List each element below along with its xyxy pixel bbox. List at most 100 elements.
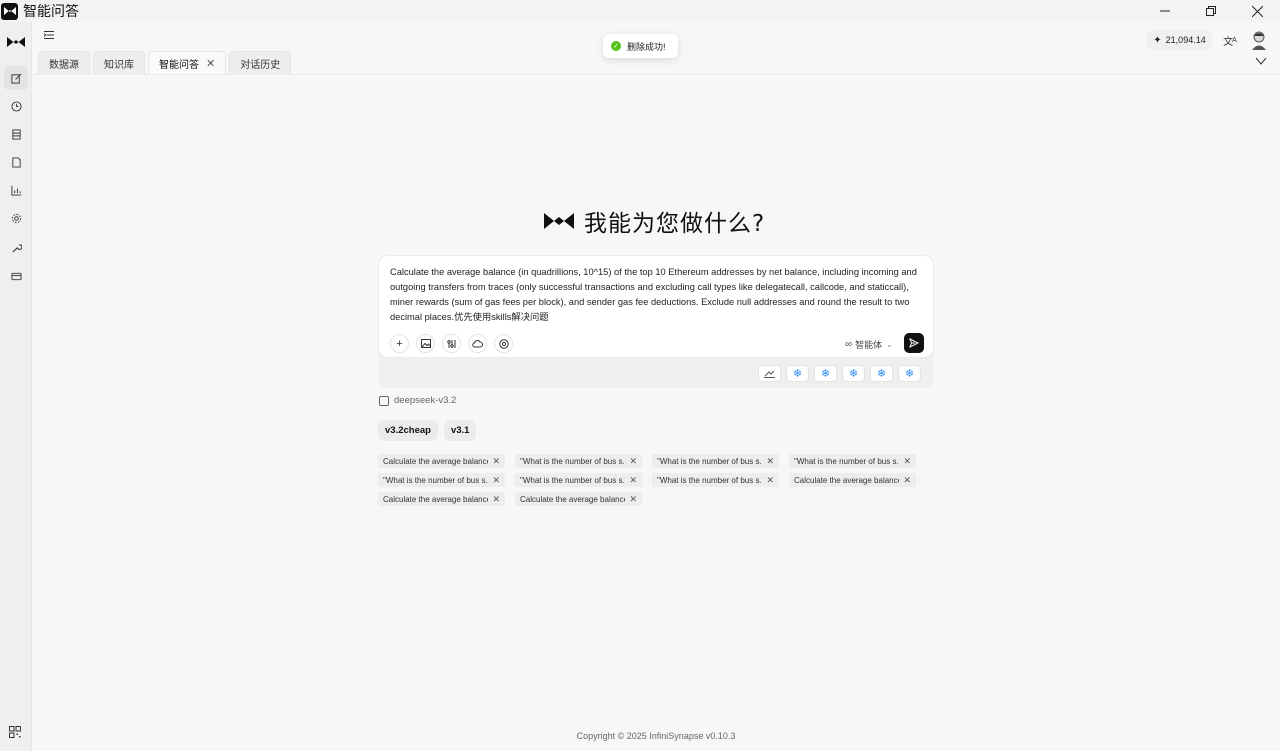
model-name: deepseek-v3.2 xyxy=(394,395,457,406)
chart-icon xyxy=(10,185,21,196)
send-button[interactable] xyxy=(904,333,924,353)
document-icon xyxy=(11,156,21,168)
close-icon[interactable]: ✕ xyxy=(903,456,911,467)
close-icon[interactable]: ✕ xyxy=(629,494,637,505)
credits-value: 21,094.14 xyxy=(1165,35,1206,45)
tab-chat-history[interactable]: 对话历史 xyxy=(229,51,292,74)
cloud-upload-button[interactable] xyxy=(468,334,487,353)
recent-question-tag[interactable]: Calculate the average balance... ✕ xyxy=(515,492,642,506)
sidebar-item-chart[interactable] xyxy=(4,178,28,202)
snowflake-chip[interactable]: ❄ xyxy=(814,365,837,382)
recent-question-tag[interactable]: Calculate the average balance... ✕ xyxy=(789,473,916,487)
sidebar-item-settings[interactable] xyxy=(4,206,28,230)
app-logo-icon xyxy=(1,2,18,20)
agent-selector[interactable]: ∞ 智能体 ⌄ xyxy=(845,338,893,351)
database-icon xyxy=(11,128,21,140)
settings-icon xyxy=(11,213,21,223)
recent-question-tag[interactable]: "What is the number of bus s... ✕ xyxy=(515,454,642,468)
image-upload-button[interactable] xyxy=(416,334,435,353)
hero-title: 我能为您做什么? xyxy=(584,211,766,237)
browser-button[interactable] xyxy=(494,334,513,353)
footer-copyright: Copyright © 2025 InfiniSynapse v0.10.3 xyxy=(576,731,736,741)
snowflake-chip[interactable]: ❄ xyxy=(898,365,921,382)
card-icon xyxy=(10,272,22,280)
sidebar-item-tools[interactable] xyxy=(4,236,28,260)
translate-icon[interactable]: 文A xyxy=(1222,32,1238,48)
chevron-down-icon[interactable] xyxy=(1255,55,1267,67)
restore-button[interactable] xyxy=(1188,0,1234,22)
snowflake-chip[interactable]: ❄ xyxy=(786,365,809,382)
recent-question-tag[interactable]: "What is the number of bus s... ✕ xyxy=(378,473,505,487)
close-icon[interactable]: ✕ xyxy=(766,475,774,486)
image-icon xyxy=(420,339,431,348)
prompt-card: Calculate the average balance (in quadri… xyxy=(378,255,934,358)
snowflake-chip[interactable]: ❄ xyxy=(870,365,893,382)
cloud-icon xyxy=(472,340,483,348)
recent-question-tag[interactable]: "What is the number of bus s... ✕ xyxy=(652,473,779,487)
history-icon xyxy=(10,100,22,112)
agent-label: 智能体 xyxy=(855,340,883,350)
close-window-button[interactable] xyxy=(1234,0,1280,22)
signature-chip[interactable] xyxy=(758,365,781,382)
quick-chip-row: ❄ ❄ ❄ ❄ ❄ xyxy=(758,365,921,382)
sidebar-logo-icon xyxy=(7,37,25,47)
minimize-button[interactable] xyxy=(1142,0,1188,22)
sidebar xyxy=(0,22,32,751)
brand-logo-icon xyxy=(544,213,574,229)
tab-divider xyxy=(32,74,1280,75)
close-icon[interactable]: ✕ xyxy=(629,456,637,467)
snowflake-icon: ❄ xyxy=(904,368,915,380)
sparkle-icon: ✦ xyxy=(1153,34,1162,46)
tool-icon xyxy=(11,243,22,253)
robot-icon xyxy=(379,395,389,406)
recent-question-tag[interactable]: "What is the number of bus s... ✕ xyxy=(515,473,642,487)
snowflake-icon: ❄ xyxy=(876,368,887,380)
chevron-down-icon: ⌄ xyxy=(886,340,893,349)
tab-bar: 数据源 知识库 智能问答 ✕ 对话历史 xyxy=(38,51,292,74)
tab-knowledge-base[interactable]: 知识库 xyxy=(93,51,145,74)
model-selector[interactable]: deepseek-v3.2 xyxy=(379,395,456,406)
check-circle-icon: ✓ xyxy=(611,41,621,51)
settings-sliders-button[interactable] xyxy=(442,334,461,353)
recent-question-tag[interactable]: "What is the number of bus s... ✕ xyxy=(652,454,779,468)
menu-toggle-icon[interactable] xyxy=(42,28,56,42)
tab-data-source[interactable]: 数据源 xyxy=(38,51,90,74)
snowflake-icon: ❄ xyxy=(848,368,859,380)
recent-questions: Calculate the average balance... ✕ "What … xyxy=(378,454,938,506)
input-toolbar: + xyxy=(390,334,513,353)
infinity-icon: ∞ xyxy=(845,339,853,350)
version-chip[interactable]: v3.1 xyxy=(443,420,477,441)
snowflake-icon: ❄ xyxy=(820,368,831,380)
recent-question-tag[interactable]: Calculate the average balance... ✕ xyxy=(378,492,505,506)
sidebar-item-database[interactable] xyxy=(4,122,28,146)
close-icon[interactable]: ✕ xyxy=(629,475,637,486)
credits-badge[interactable]: ✦ 21,094.14 xyxy=(1147,30,1212,50)
tab-close-icon[interactable]: ✕ xyxy=(206,57,215,70)
edit-icon xyxy=(10,73,21,84)
snowflake-chip[interactable]: ❄ xyxy=(842,365,865,382)
avatar[interactable] xyxy=(1250,30,1268,50)
globe-icon xyxy=(498,338,509,349)
prompt-input[interactable]: Calculate the average balance (in quadri… xyxy=(390,265,920,325)
toast-text: 删除成功! xyxy=(627,41,666,52)
sliders-icon xyxy=(446,339,455,348)
recent-question-tag[interactable]: Calculate the average balance... ✕ xyxy=(378,454,505,468)
sidebar-item-history[interactable] xyxy=(4,94,28,118)
close-icon[interactable]: ✕ xyxy=(492,475,500,486)
send-icon xyxy=(909,338,919,348)
sidebar-item-document[interactable] xyxy=(4,150,28,174)
version-list: v3.2cheap v3.1 xyxy=(378,420,477,441)
close-icon[interactable]: ✕ xyxy=(903,475,911,486)
tab-smart-qa[interactable]: 智能问答 ✕ xyxy=(148,51,227,74)
close-icon[interactable]: ✕ xyxy=(766,456,774,467)
snowflake-icon: ❄ xyxy=(792,368,803,380)
window-title: 智能问答 xyxy=(23,3,79,19)
pen-icon xyxy=(764,370,775,378)
sidebar-item-billing[interactable] xyxy=(4,264,28,288)
add-button[interactable]: + xyxy=(390,334,409,353)
version-chip[interactable]: v3.2cheap xyxy=(378,420,438,441)
close-icon[interactable]: ✕ xyxy=(492,494,500,505)
close-icon[interactable]: ✕ xyxy=(492,456,500,467)
sidebar-item-new-chat[interactable] xyxy=(4,66,28,90)
recent-question-tag[interactable]: "What is the number of bus s... ✕ xyxy=(789,454,916,468)
